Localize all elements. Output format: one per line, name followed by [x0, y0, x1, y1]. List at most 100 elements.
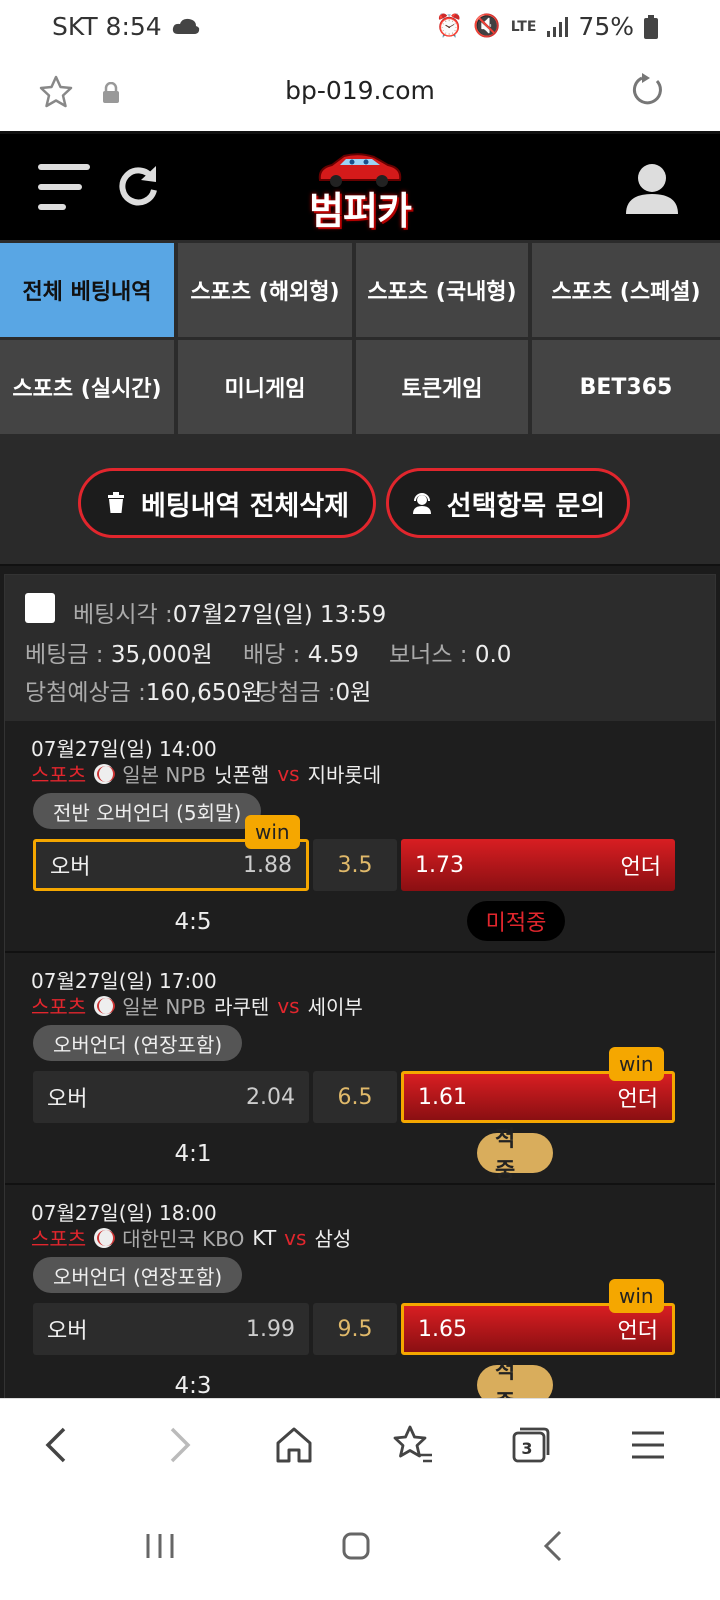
expected-payout: 160,650원: [145, 680, 263, 706]
category-tabs: 전체 베팅내역 스포츠 (해외형) 스포츠 (국내형) 스포츠 (스페셜) 스포…: [0, 240, 720, 440]
market-badge: 오버언더 (연장포함): [33, 1257, 243, 1293]
home-icon[interactable]: [272, 1423, 316, 1467]
league-name: 대한민국 KBO: [122, 1227, 245, 1251]
delete-all-button[interactable]: 베팅내역 전체삭제: [78, 468, 376, 538]
user-icon[interactable]: [624, 162, 680, 214]
tab-sports-overseas[interactable]: 스포츠 (해외형): [178, 243, 352, 337]
lte-icon: LTE: [510, 18, 537, 35]
sport-label: 스포츠: [31, 763, 87, 787]
game-datetime: 07월27일(일) 14:00: [31, 737, 217, 761]
tabs-icon[interactable]: 3: [508, 1423, 552, 1467]
url-text[interactable]: bp-019.com: [0, 76, 720, 105]
under-label: 언더: [620, 855, 661, 880]
tab-token-game[interactable]: 토큰게임: [356, 340, 528, 434]
market-badge: 전반 오버언더 (5회말): [33, 793, 262, 829]
recent-apps-icon[interactable]: [140, 1526, 180, 1566]
vs-label: vs: [284, 1225, 307, 1250]
win-tag: win: [245, 815, 300, 849]
payout-value: 0원: [335, 680, 372, 706]
trash-icon: [107, 492, 124, 513]
expected-label: 당첨예상금 :: [25, 680, 146, 706]
tab-sports-live[interactable]: 스포츠 (실시간): [0, 340, 174, 434]
refresh-icon[interactable]: [116, 162, 160, 208]
league-name: 일본 NPB: [122, 763, 207, 787]
result-badge: 적중: [477, 1359, 553, 1398]
over-label: 오버: [50, 855, 91, 880]
menu-icon[interactable]: [38, 164, 92, 212]
tab-count: 3: [521, 1438, 533, 1458]
baseball-icon: [94, 1227, 116, 1248]
url-bar: bp-019.com: [0, 52, 720, 134]
signal-icon: [547, 16, 569, 37]
bet-history-list: 베팅시각 :07월27일(일) 13:59 베팅금 : 35,000원 배당 :…: [0, 566, 720, 1398]
home-team: 라쿠텐: [214, 995, 270, 1019]
delete-all-label: 베팅내역 전체삭제: [140, 490, 350, 522]
bet-amount: 35,000원: [110, 642, 213, 668]
baseball-icon: [94, 763, 116, 784]
line-value: 6.5: [313, 1071, 397, 1123]
game-row: 07월27일(일) 17:00 스포츠 일본 NPB 라쿠텐 vs 세이부 오버…: [5, 953, 715, 1185]
browser-toolbar: 3: [0, 1398, 720, 1490]
alarm-icon: ⏰: [435, 14, 464, 39]
over-odd: 2.04: [246, 1084, 295, 1110]
tab-sports-special[interactable]: 스포츠 (스페셜): [532, 243, 720, 337]
under-odd: 1.61: [418, 1084, 467, 1110]
win-tag: win: [609, 1047, 664, 1081]
over-odd: 1.88: [243, 852, 292, 878]
game-row: 07월27일(일) 14:00 스포츠 일본 NPB 닛폰햄 vs 지바롯데 전…: [5, 721, 715, 953]
back-icon[interactable]: [36, 1423, 80, 1467]
cloud-icon: [172, 18, 199, 34]
sport-label: 스포츠: [31, 1227, 87, 1251]
bet-time: 07월27일(일) 13:59: [172, 602, 387, 628]
home-button-icon[interactable]: [336, 1526, 376, 1566]
inquiry-button[interactable]: 선택항목 문의: [386, 468, 630, 538]
payout-label: 당첨금 :: [257, 680, 336, 706]
result-badge: 미적중: [467, 901, 565, 941]
site-logo[interactable]: 범퍼카: [300, 150, 420, 233]
select-checkbox[interactable]: [25, 593, 55, 623]
status-bar: SKT 8:54 ⏰ 🔇 LTE 75%: [0, 0, 720, 52]
vs-label: vs: [277, 761, 300, 786]
bookmarks-icon[interactable]: [390, 1423, 434, 1467]
sport-label: 스포츠: [31, 995, 87, 1019]
home-team: 닛폰햄: [214, 763, 270, 787]
odds-label: 배당 :: [243, 642, 301, 668]
home-team: KT: [252, 1225, 277, 1250]
game-score: 4:1: [174, 1141, 212, 1167]
over-odd: 1.99: [246, 1316, 295, 1342]
system-back-icon[interactable]: [534, 1526, 574, 1566]
baseball-icon: [94, 995, 116, 1016]
over-label: 오버: [47, 1087, 88, 1112]
support-agent-icon: [412, 493, 431, 514]
bet-slip-card: 베팅시각 :07월27일(일) 13:59 베팅금 : 35,000원 배당 :…: [4, 574, 716, 1398]
market-badge: 오버언더 (연장포함): [33, 1025, 243, 1061]
away-team: 지바롯데: [307, 763, 382, 787]
tab-sports-domestic[interactable]: 스포츠 (국내형): [356, 243, 528, 337]
away-team: 삼성: [314, 1227, 352, 1251]
battery-icon: [644, 14, 658, 39]
line-value: 3.5: [313, 839, 397, 891]
system-nav-bar: [0, 1490, 720, 1600]
game-datetime: 07월27일(일) 17:00: [31, 969, 217, 993]
mute-icon: 🔇: [473, 14, 501, 39]
tab-all-bets[interactable]: 전체 베팅내역: [0, 243, 174, 337]
under-label: 언더: [617, 1319, 658, 1344]
bonus-value: 0.0: [474, 642, 512, 668]
win-tag: win: [609, 1279, 664, 1313]
forward-icon[interactable]: [156, 1423, 200, 1467]
carrier-time: SKT 8:54: [52, 12, 162, 41]
under-odd: 1.65: [418, 1316, 467, 1342]
vs-label: vs: [277, 993, 300, 1018]
tab-minigame[interactable]: 미니게임: [178, 340, 352, 434]
game-row: 07월27일(일) 18:00 스포츠 대한민국 KBO KT vs 삼성 오버…: [5, 1185, 715, 1398]
site-header: 범퍼카: [0, 134, 720, 240]
tab-bet365[interactable]: BET365: [532, 340, 720, 434]
over-odd-button[interactable]: 오버 1.99: [33, 1303, 309, 1355]
menu-lines-icon[interactable]: [626, 1423, 670, 1467]
game-score: 4:5: [174, 909, 212, 935]
action-bar: 베팅내역 전체삭제 선택항목 문의: [0, 440, 720, 566]
over-odd-button[interactable]: 오버 2.04: [33, 1071, 309, 1123]
logo-text: 범퍼카: [309, 189, 412, 233]
reload-icon[interactable]: [628, 72, 666, 110]
under-odd-button[interactable]: 1.73 언더: [401, 839, 675, 891]
